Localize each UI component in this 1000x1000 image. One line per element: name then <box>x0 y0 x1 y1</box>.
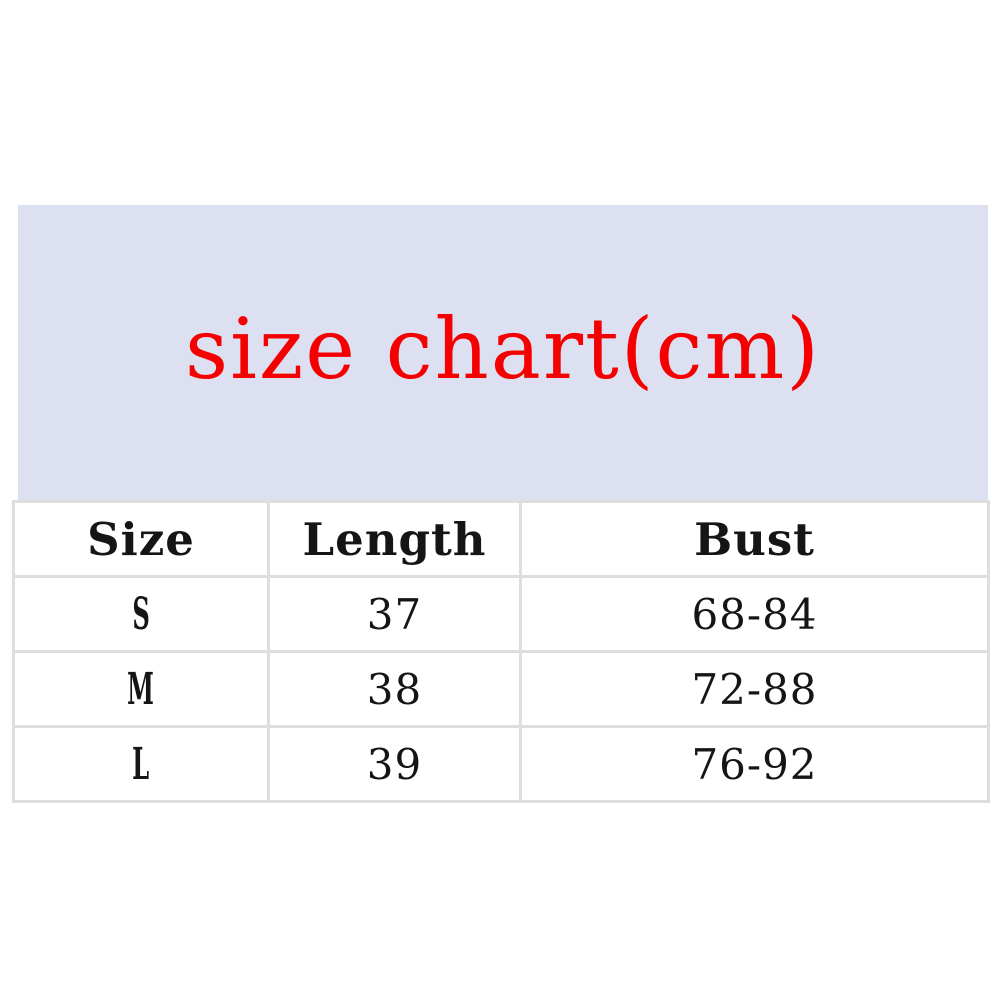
cell-bust: 76-92 <box>519 725 990 803</box>
column-header-size: Size <box>12 500 270 578</box>
table-header-row: Size Length Bust <box>12 500 990 578</box>
table-row: S 37 68-84 <box>12 575 990 653</box>
cell-bust: 72-88 <box>519 650 990 728</box>
cell-length: 38 <box>267 650 522 728</box>
size-label: S <box>131 588 151 640</box>
column-header-bust: Bust <box>519 500 990 578</box>
cell-size: S <box>12 575 270 653</box>
table-row: M 38 72-88 <box>12 650 990 728</box>
cell-size: M <box>12 650 270 728</box>
size-chart-image: size chart(cm) Size Length Bust S 37 68-… <box>0 0 1000 1000</box>
size-label: L <box>132 738 150 790</box>
table-row: L 39 76-92 <box>12 725 990 803</box>
cell-size: L <box>12 725 270 803</box>
size-label: M <box>127 663 155 715</box>
cell-length: 39 <box>267 725 522 803</box>
cell-bust: 68-84 <box>519 575 990 653</box>
size-chart-table: Size Length Bust S 37 68-84 M 38 72-88 L… <box>12 500 990 803</box>
cell-length: 37 <box>267 575 522 653</box>
column-header-length: Length <box>267 500 522 578</box>
page-title: size chart(cm) <box>184 300 821 398</box>
title-banner: size chart(cm) <box>18 205 988 501</box>
